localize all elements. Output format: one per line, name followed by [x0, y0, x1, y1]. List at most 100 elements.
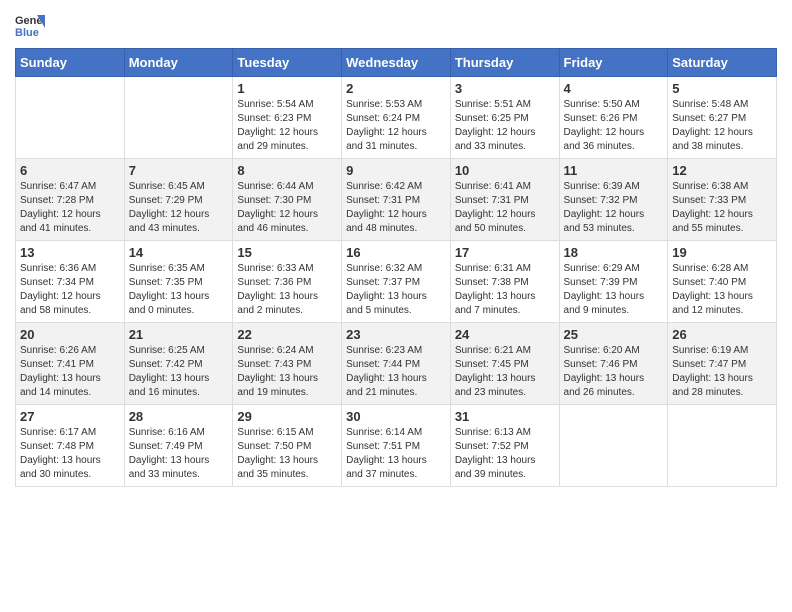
calendar-cell: 24 Sunrise: 6:21 AM Sunset: 7:45 PM Dayli… [450, 323, 559, 405]
calendar-cell: 19 Sunrise: 6:28 AM Sunset: 7:40 PM Dayli… [668, 241, 777, 323]
day-number: 7 [129, 163, 229, 178]
calendar-cell: 16 Sunrise: 6:32 AM Sunset: 7:37 PM Dayli… [342, 241, 451, 323]
header-day-sunday: Sunday [16, 49, 125, 77]
calendar-week-row: 1Sunrise: 5:54 AM Sunset: 6:23 PM Daylig… [16, 77, 777, 159]
calendar-cell: 21 Sunrise: 6:25 AM Sunset: 7:42 PM Dayli… [124, 323, 233, 405]
day-number: 14 [129, 245, 229, 260]
day-info: Sunrise: 6:44 AM Sunset: 7:30 PM Dayligh… [237, 180, 337, 236]
calendar-cell [559, 405, 668, 487]
calendar-cell: 7Sunrise: 6:45 AM Sunset: 7:29 PM Daylig… [124, 159, 233, 241]
day-number: 25 [564, 327, 664, 342]
header-day-wednesday: Wednesday [342, 49, 451, 77]
logo-icon: General Blue [15, 10, 45, 40]
calendar-cell: 18Sunrise: 6:29 AM Sunset: 7:39 PM Dayli… [559, 241, 668, 323]
day-info: Sunrise: 5:53 AM Sunset: 6:24 PM Dayligh… [346, 98, 446, 154]
day-info: Sunrise: 6:19 AM Sunset: 7:47 PM Dayligh… [672, 344, 772, 400]
calendar-cell: 3Sunrise: 5:51 AM Sunset: 6:25 PM Daylig… [450, 77, 559, 159]
header-day-saturday: Saturday [668, 49, 777, 77]
calendar-cell: 17 Sunrise: 6:31 AM Sunset: 7:38 PM Dayli… [450, 241, 559, 323]
day-number: 24 [455, 327, 555, 342]
day-number: 12 [672, 163, 772, 178]
day-info: Sunrise: 6:23 AM Sunset: 7:44 PM Dayligh… [346, 344, 446, 400]
calendar-cell: 26 Sunrise: 6:19 AM Sunset: 7:47 PM Dayli… [668, 323, 777, 405]
calendar-cell [16, 77, 125, 159]
calendar-cell: 14 Sunrise: 6:35 AM Sunset: 7:35 PM Dayli… [124, 241, 233, 323]
day-number: 8 [237, 163, 337, 178]
day-number: 17 [455, 245, 555, 260]
day-number: 2 [346, 81, 446, 96]
day-number: 5 [672, 81, 772, 96]
calendar-cell: 6Sunrise: 6:47 AM Sunset: 7:28 PM Daylig… [16, 159, 125, 241]
logo: General Blue [15, 10, 45, 40]
day-number: 15 [237, 245, 337, 260]
day-number: 16 [346, 245, 446, 260]
day-number: 30 [346, 409, 446, 424]
day-info: Sunrise: 6:20 AM Sunset: 7:46 PM Dayligh… [564, 344, 664, 400]
day-info: Sunrise: 6:32 AM Sunset: 7:37 PM Dayligh… [346, 262, 446, 318]
day-info: Sunrise: 6:24 AM Sunset: 7:43 PM Dayligh… [237, 344, 337, 400]
day-number: 20 [20, 327, 120, 342]
calendar-cell: 29 Sunrise: 6:15 AM Sunset: 7:50 PM Dayli… [233, 405, 342, 487]
calendar-week-row: 6Sunrise: 6:47 AM Sunset: 7:28 PM Daylig… [16, 159, 777, 241]
calendar-cell: 27 Sunrise: 6:17 AM Sunset: 7:48 PM Dayli… [16, 405, 125, 487]
day-info: Sunrise: 6:26 AM Sunset: 7:41 PM Dayligh… [20, 344, 120, 400]
day-number: 27 [20, 409, 120, 424]
day-info: Sunrise: 6:35 AM Sunset: 7:35 PM Dayligh… [129, 262, 229, 318]
day-info: Sunrise: 6:28 AM Sunset: 7:40 PM Dayligh… [672, 262, 772, 318]
day-number: 29 [237, 409, 337, 424]
calendar-cell: 10 Sunrise: 6:41 AM Sunset: 7:31 PM Dayli… [450, 159, 559, 241]
calendar-cell: 15 Sunrise: 6:33 AM Sunset: 7:36 PM Dayli… [233, 241, 342, 323]
day-number: 23 [346, 327, 446, 342]
calendar-cell: 11Sunrise: 6:39 AM Sunset: 7:32 PM Dayli… [559, 159, 668, 241]
calendar-cell: 1Sunrise: 5:54 AM Sunset: 6:23 PM Daylig… [233, 77, 342, 159]
day-info: Sunrise: 6:36 AM Sunset: 7:34 PM Dayligh… [20, 262, 120, 318]
calendar-week-row: 27 Sunrise: 6:17 AM Sunset: 7:48 PM Dayli… [16, 405, 777, 487]
day-number: 9 [346, 163, 446, 178]
day-info: Sunrise: 5:48 AM Sunset: 6:27 PM Dayligh… [672, 98, 772, 154]
day-info: Sunrise: 6:16 AM Sunset: 7:49 PM Dayligh… [129, 426, 229, 482]
calendar-table: SundayMondayTuesdayWednesdayThursdayFrid… [15, 48, 777, 487]
day-number: 11 [564, 163, 664, 178]
day-info: Sunrise: 6:17 AM Sunset: 7:48 PM Dayligh… [20, 426, 120, 482]
day-number: 28 [129, 409, 229, 424]
day-info: Sunrise: 6:41 AM Sunset: 7:31 PM Dayligh… [455, 180, 555, 236]
calendar-cell: 30 Sunrise: 6:14 AM Sunset: 7:51 PM Dayli… [342, 405, 451, 487]
calendar-cell: 13Sunrise: 6:36 AM Sunset: 7:34 PM Dayli… [16, 241, 125, 323]
header-day-tuesday: Tuesday [233, 49, 342, 77]
day-info: Sunrise: 6:31 AM Sunset: 7:38 PM Dayligh… [455, 262, 555, 318]
day-number: 26 [672, 327, 772, 342]
calendar-week-row: 13Sunrise: 6:36 AM Sunset: 7:34 PM Dayli… [16, 241, 777, 323]
calendar-cell: 20 Sunrise: 6:26 AM Sunset: 7:41 PM Dayli… [16, 323, 125, 405]
calendar-cell: 25 Sunrise: 6:20 AM Sunset: 7:46 PM Dayli… [559, 323, 668, 405]
calendar-cell [124, 77, 233, 159]
day-info: Sunrise: 6:42 AM Sunset: 7:31 PM Dayligh… [346, 180, 446, 236]
header-day-monday: Monday [124, 49, 233, 77]
page-header: General Blue [15, 10, 777, 40]
day-number: 1 [237, 81, 337, 96]
day-info: Sunrise: 6:15 AM Sunset: 7:50 PM Dayligh… [237, 426, 337, 482]
day-info: Sunrise: 6:33 AM Sunset: 7:36 PM Dayligh… [237, 262, 337, 318]
day-info: Sunrise: 5:50 AM Sunset: 6:26 PM Dayligh… [564, 98, 664, 154]
day-number: 6 [20, 163, 120, 178]
day-number: 3 [455, 81, 555, 96]
day-number: 19 [672, 245, 772, 260]
header-day-friday: Friday [559, 49, 668, 77]
calendar-cell: 28 Sunrise: 6:16 AM Sunset: 7:49 PM Dayli… [124, 405, 233, 487]
svg-text:Blue: Blue [15, 27, 39, 39]
day-info: Sunrise: 6:14 AM Sunset: 7:51 PM Dayligh… [346, 426, 446, 482]
day-info: Sunrise: 6:13 AM Sunset: 7:52 PM Dayligh… [455, 426, 555, 482]
calendar-cell: 4 Sunrise: 5:50 AM Sunset: 6:26 PM Daylig… [559, 77, 668, 159]
calendar-cell: 23 Sunrise: 6:23 AM Sunset: 7:44 PM Dayli… [342, 323, 451, 405]
day-number: 22 [237, 327, 337, 342]
header-day-thursday: Thursday [450, 49, 559, 77]
day-info: Sunrise: 6:25 AM Sunset: 7:42 PM Dayligh… [129, 344, 229, 400]
day-number: 31 [455, 409, 555, 424]
calendar-cell: 12Sunrise: 6:38 AM Sunset: 7:33 PM Dayli… [668, 159, 777, 241]
day-number: 21 [129, 327, 229, 342]
day-info: Sunrise: 6:21 AM Sunset: 7:45 PM Dayligh… [455, 344, 555, 400]
calendar-cell: 22 Sunrise: 6:24 AM Sunset: 7:43 PM Dayli… [233, 323, 342, 405]
calendar-header-row: SundayMondayTuesdayWednesdayThursdayFrid… [16, 49, 777, 77]
day-number: 10 [455, 163, 555, 178]
day-number: 4 [564, 81, 664, 96]
calendar-cell: 5 Sunrise: 5:48 AM Sunset: 6:27 PM Daylig… [668, 77, 777, 159]
